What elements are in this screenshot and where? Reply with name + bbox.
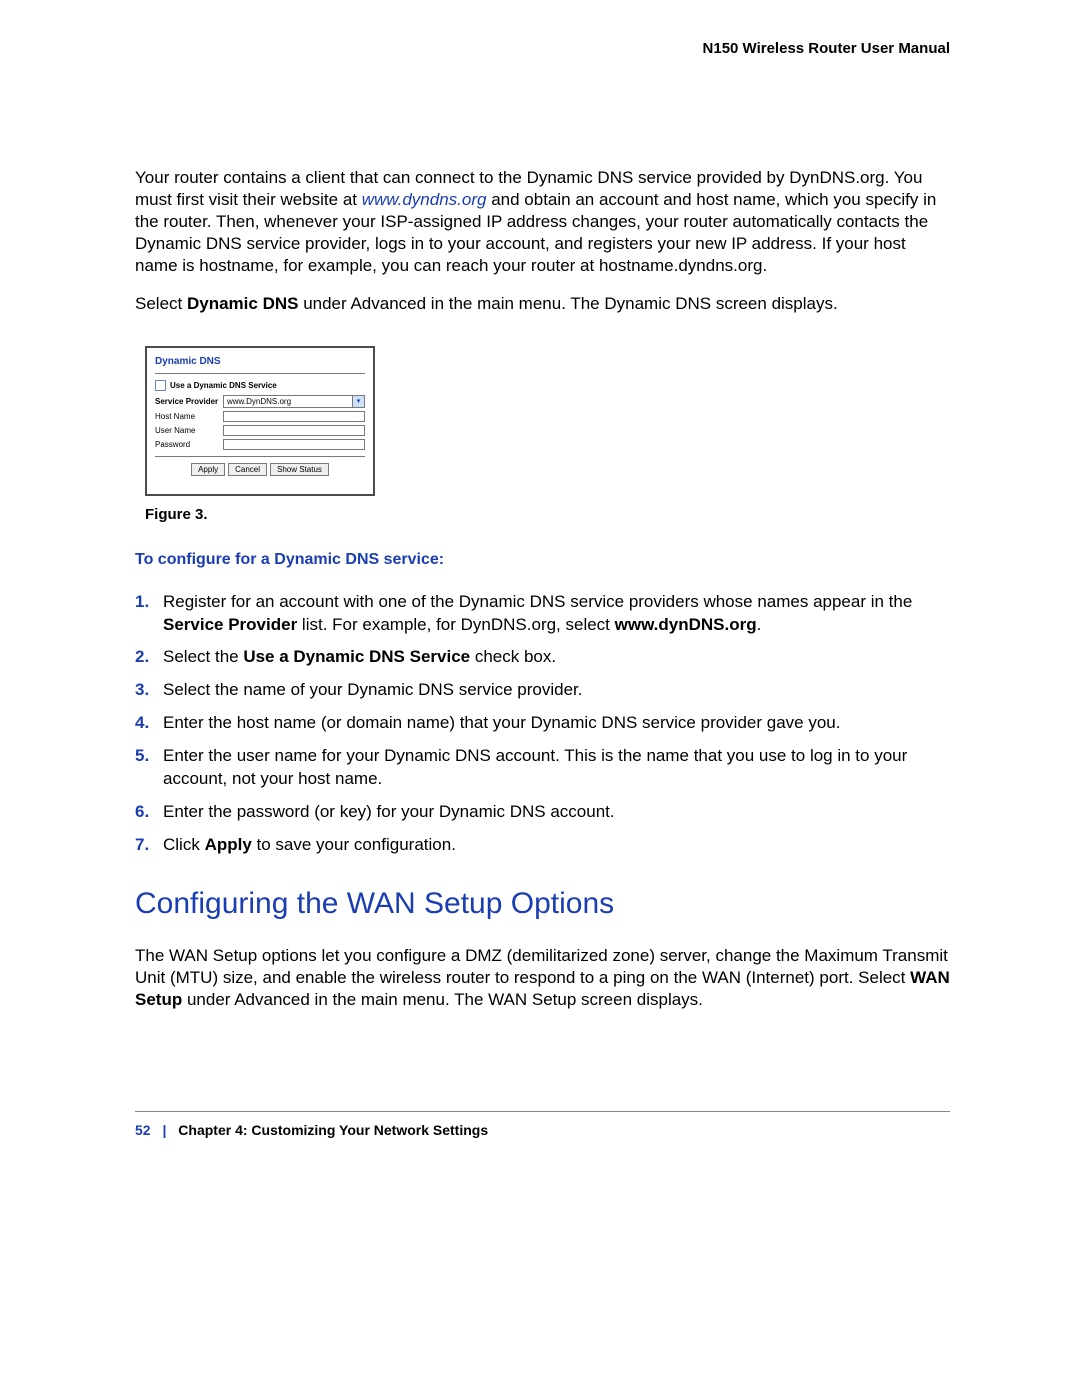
select-value: www.DynDNS.org <box>227 397 291 406</box>
figure-caption: Figure 3. <box>145 506 950 523</box>
dynamic-dns-panel: Dynamic DNS Use a Dynamic DNS Service Se… <box>145 346 375 496</box>
footer-divider <box>135 1111 950 1122</box>
procedure-steps: Register for an account with one of the … <box>135 591 950 857</box>
use-ddns-checkbox[interactable] <box>155 380 166 391</box>
password-input[interactable] <box>223 439 365 450</box>
intro-paragraph-1: Your router contains a client that can c… <box>135 167 950 277</box>
text: check box. <box>470 647 556 666</box>
text: Enter the password (or key) for your Dyn… <box>163 802 615 821</box>
host-name-input[interactable] <box>223 411 365 422</box>
document-header: N150 Wireless Router User Manual <box>135 40 950 57</box>
text: list. For example, for DynDNS.org, selec… <box>297 615 614 634</box>
divider <box>155 456 365 457</box>
step-2: Select the Use a Dynamic DNS Service che… <box>135 646 950 669</box>
step-7: Click Apply to save your configuration. <box>135 834 950 857</box>
text: Select the name of your Dynamic DNS serv… <box>163 680 583 699</box>
panel-title: Dynamic DNS <box>155 356 365 367</box>
user-name-label: User Name <box>155 426 223 435</box>
checkbox-label: Use a Dynamic DNS Service <box>170 381 277 390</box>
text: Enter the user name for your Dynamic DNS… <box>163 746 907 788</box>
cancel-button[interactable]: Cancel <box>228 463 267 476</box>
host-name-label: Host Name <box>155 412 223 421</box>
page-footer: 52 | Chapter 4: Customizing Your Network… <box>135 1122 950 1138</box>
dyndns-link[interactable]: www.dyndns.org <box>362 190 487 209</box>
text: Enter the host name (or domain name) tha… <box>163 713 840 732</box>
text: under Advanced in the main menu. The Dyn… <box>298 294 837 313</box>
intro-paragraph-2: Select Dynamic DNS under Advanced in the… <box>135 293 950 315</box>
user-name-input[interactable] <box>223 425 365 436</box>
step-3: Select the name of your Dynamic DNS serv… <box>135 679 950 702</box>
text: The WAN Setup options let you configure … <box>135 946 948 987</box>
bold-text: Use a Dynamic DNS Service <box>243 647 470 666</box>
service-provider-label: Service Provider <box>155 397 223 406</box>
text: Select <box>135 294 187 313</box>
step-6: Enter the password (or key) for your Dyn… <box>135 801 950 824</box>
chapter-label: Chapter 4: Customizing Your Network Sett… <box>178 1122 488 1138</box>
text: Register for an account with one of the … <box>163 592 912 611</box>
step-4: Enter the host name (or domain name) tha… <box>135 712 950 735</box>
text: Select the <box>163 647 243 666</box>
password-label: Password <box>155 440 223 449</box>
bold-text: Apply <box>205 835 252 854</box>
footer-separator: | <box>154 1122 174 1138</box>
step-5: Enter the user name for your Dynamic DNS… <box>135 745 950 791</box>
bold-text: www.dynDNS.org <box>615 615 757 634</box>
chevron-down-icon: ▾ <box>352 396 364 407</box>
divider <box>155 373 365 374</box>
section-heading: Configuring the WAN Setup Options <box>135 887 950 921</box>
page-number: 52 <box>135 1122 151 1138</box>
text: . <box>757 615 762 634</box>
show-status-button[interactable]: Show Status <box>270 463 329 476</box>
text: under Advanced in the main menu. The WAN… <box>182 990 703 1009</box>
apply-button[interactable]: Apply <box>191 463 225 476</box>
wan-paragraph: The WAN Setup options let you configure … <box>135 945 950 1011</box>
bold-text: Service Provider <box>163 615 297 634</box>
text: to save your configuration. <box>252 835 456 854</box>
step-1: Register for an account with one of the … <box>135 591 950 637</box>
service-provider-select[interactable]: www.DynDNS.org ▾ <box>223 395 365 408</box>
procedure-heading: To configure for a Dynamic DNS service: <box>135 551 950 569</box>
text: Click <box>163 835 205 854</box>
bold-text: Dynamic DNS <box>187 294 298 313</box>
